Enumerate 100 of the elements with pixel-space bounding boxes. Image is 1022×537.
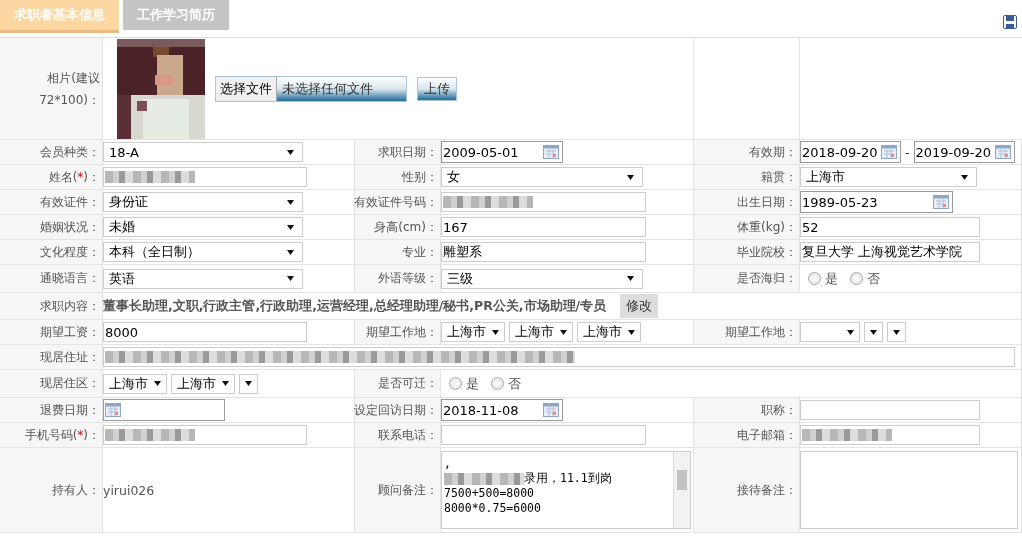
dropdown[interactable]: 女 bbox=[441, 167, 643, 187]
field-label: 姓名(*)： bbox=[48, 168, 100, 186]
radio-button[interactable] bbox=[449, 377, 462, 390]
radio-button[interactable] bbox=[491, 377, 504, 390]
calendar-icon bbox=[933, 195, 949, 209]
date-field[interactable]: 1989-05-23 bbox=[800, 191, 953, 213]
field-label: 期望工作地： bbox=[366, 323, 438, 341]
field-label: 有效证件号码： bbox=[354, 193, 438, 211]
dropdown[interactable] bbox=[864, 322, 883, 342]
caret-icon bbox=[287, 276, 294, 281]
caret-icon bbox=[287, 249, 294, 255]
field-label: 是否可迁： bbox=[378, 375, 438, 392]
field-label: 现居住区： bbox=[40, 375, 100, 392]
caret-icon bbox=[287, 149, 294, 155]
radio-label: 是 bbox=[466, 374, 479, 393]
date-field[interactable]: 2009-05-01 bbox=[441, 141, 563, 163]
field-label: 有效期： bbox=[749, 143, 797, 161]
text-field[interactable]: 雕塑系 bbox=[441, 242, 646, 262]
caret-icon bbox=[893, 329, 900, 335]
text-field[interactable]: 复旦大学 上海视觉艺术学院 bbox=[800, 242, 980, 262]
note-line: 录用，11.1到岗 bbox=[524, 471, 612, 486]
text-field[interactable] bbox=[103, 425, 307, 445]
range-separator: - bbox=[905, 144, 910, 160]
caret-icon bbox=[222, 381, 229, 386]
field-label: 会员种类： bbox=[40, 143, 100, 161]
field-label: 求职内容： bbox=[40, 297, 100, 315]
text-area[interactable]: , 录用，11.1到岗 7500+500=8000 8000*0.75=6000 bbox=[441, 451, 691, 529]
field-label: 期望工作地： bbox=[725, 323, 797, 341]
text-field[interactable]: 167 bbox=[441, 217, 646, 237]
field-label: 婚姻状况： bbox=[40, 218, 100, 236]
dropdown[interactable]: 上海市 bbox=[171, 373, 235, 394]
note-line: 8000*0.75=6000 bbox=[444, 501, 541, 516]
calendar-icon bbox=[994, 145, 1011, 159]
note-line: , bbox=[444, 456, 451, 471]
field-label: 求职日期： bbox=[378, 143, 438, 161]
dropdown[interactable]: 未婚 bbox=[103, 217, 303, 237]
scrollbar[interactable] bbox=[673, 452, 690, 528]
dropdown[interactable]: 上海市 bbox=[577, 322, 641, 342]
date-field[interactable]: 2019-09-20 bbox=[913, 141, 1015, 163]
field-label: 文化程度： bbox=[40, 243, 100, 261]
text-field[interactable] bbox=[800, 400, 980, 420]
field-label: 通晓语言： bbox=[40, 270, 100, 287]
dropdown[interactable]: 上海市 bbox=[509, 322, 573, 342]
field-label: 职称： bbox=[761, 401, 797, 419]
dropdown[interactable]: 上海市 bbox=[800, 167, 977, 187]
text-field[interactable] bbox=[103, 167, 307, 187]
date-field[interactable]: 2018-11-08 bbox=[441, 399, 563, 421]
text-field[interactable]: 8000 bbox=[103, 322, 307, 342]
date-field[interactable] bbox=[103, 399, 225, 421]
radio-label: 是 bbox=[825, 269, 838, 288]
job-list: 董事长助理,文职,行政主管,行政助理,运营经理,总经理助理/秘书,PR公关,市场助理/专员 bbox=[103, 297, 607, 315]
caret-icon bbox=[492, 329, 499, 335]
radio-label: 否 bbox=[867, 269, 880, 288]
text-field[interactable] bbox=[441, 425, 646, 445]
dropdown[interactable]: 上海市 bbox=[441, 322, 505, 342]
field-label: 期望工资： bbox=[40, 323, 100, 341]
field-label: 联系电话： bbox=[378, 426, 438, 444]
caret-icon bbox=[287, 224, 294, 230]
radio-button[interactable] bbox=[850, 272, 863, 285]
caret-icon bbox=[627, 276, 634, 281]
caret-icon bbox=[847, 329, 854, 335]
text-area[interactable] bbox=[800, 451, 1018, 529]
upload-button[interactable]: 上传 bbox=[417, 76, 457, 101]
owner-name: yirui026 bbox=[103, 482, 155, 498]
dropdown[interactable] bbox=[239, 373, 258, 394]
file-input[interactable]: 选择文件 未选择任何文件 bbox=[215, 75, 407, 102]
field-label: 毕业院校： bbox=[737, 243, 797, 261]
field-label: 有效证件： bbox=[40, 193, 100, 211]
edit-button[interactable]: 修改 bbox=[620, 294, 659, 318]
dropdown[interactable]: 本科（全日制） bbox=[103, 242, 303, 262]
field-label: 外语等级： bbox=[378, 270, 438, 287]
dropdown[interactable]: 18-A bbox=[103, 142, 303, 162]
field-label: 持有人： bbox=[52, 481, 100, 499]
field-label: 现居住址： bbox=[40, 348, 100, 366]
calendar-icon bbox=[543, 403, 559, 417]
field-label: 体重(kg)： bbox=[737, 218, 797, 236]
text-field[interactable]: 52 bbox=[800, 217, 980, 237]
field-label: 电子邮箱： bbox=[737, 426, 797, 444]
text-field[interactable] bbox=[441, 192, 646, 212]
field-label: 顾问备注： bbox=[378, 481, 438, 499]
radio-label: 否 bbox=[508, 374, 521, 393]
text-field[interactable] bbox=[103, 347, 1015, 367]
date-field[interactable]: 2018-09-20 bbox=[800, 141, 901, 163]
dropdown[interactable] bbox=[887, 322, 906, 342]
caret-icon bbox=[628, 329, 635, 335]
dropdown[interactable]: 身份证 bbox=[103, 192, 303, 212]
save-icon[interactable] bbox=[1003, 15, 1017, 29]
field-label: 接待备注： bbox=[737, 481, 797, 499]
calendar-icon bbox=[543, 145, 559, 159]
field-label: 退费日期： bbox=[40, 401, 100, 419]
dropdown[interactable]: 英语 bbox=[103, 268, 303, 289]
text-field[interactable] bbox=[800, 425, 980, 445]
dropdown[interactable]: 上海市 bbox=[103, 373, 167, 394]
radio-button[interactable] bbox=[808, 272, 821, 285]
calendar-icon bbox=[105, 403, 121, 417]
dropdown[interactable]: 三级 bbox=[441, 268, 643, 289]
field-label: 身高(cm)： bbox=[374, 218, 438, 236]
field-label: 出生日期： bbox=[737, 193, 797, 211]
note-line: 7500+500=8000 bbox=[444, 486, 534, 501]
field-label: 专业： bbox=[402, 243, 438, 261]
